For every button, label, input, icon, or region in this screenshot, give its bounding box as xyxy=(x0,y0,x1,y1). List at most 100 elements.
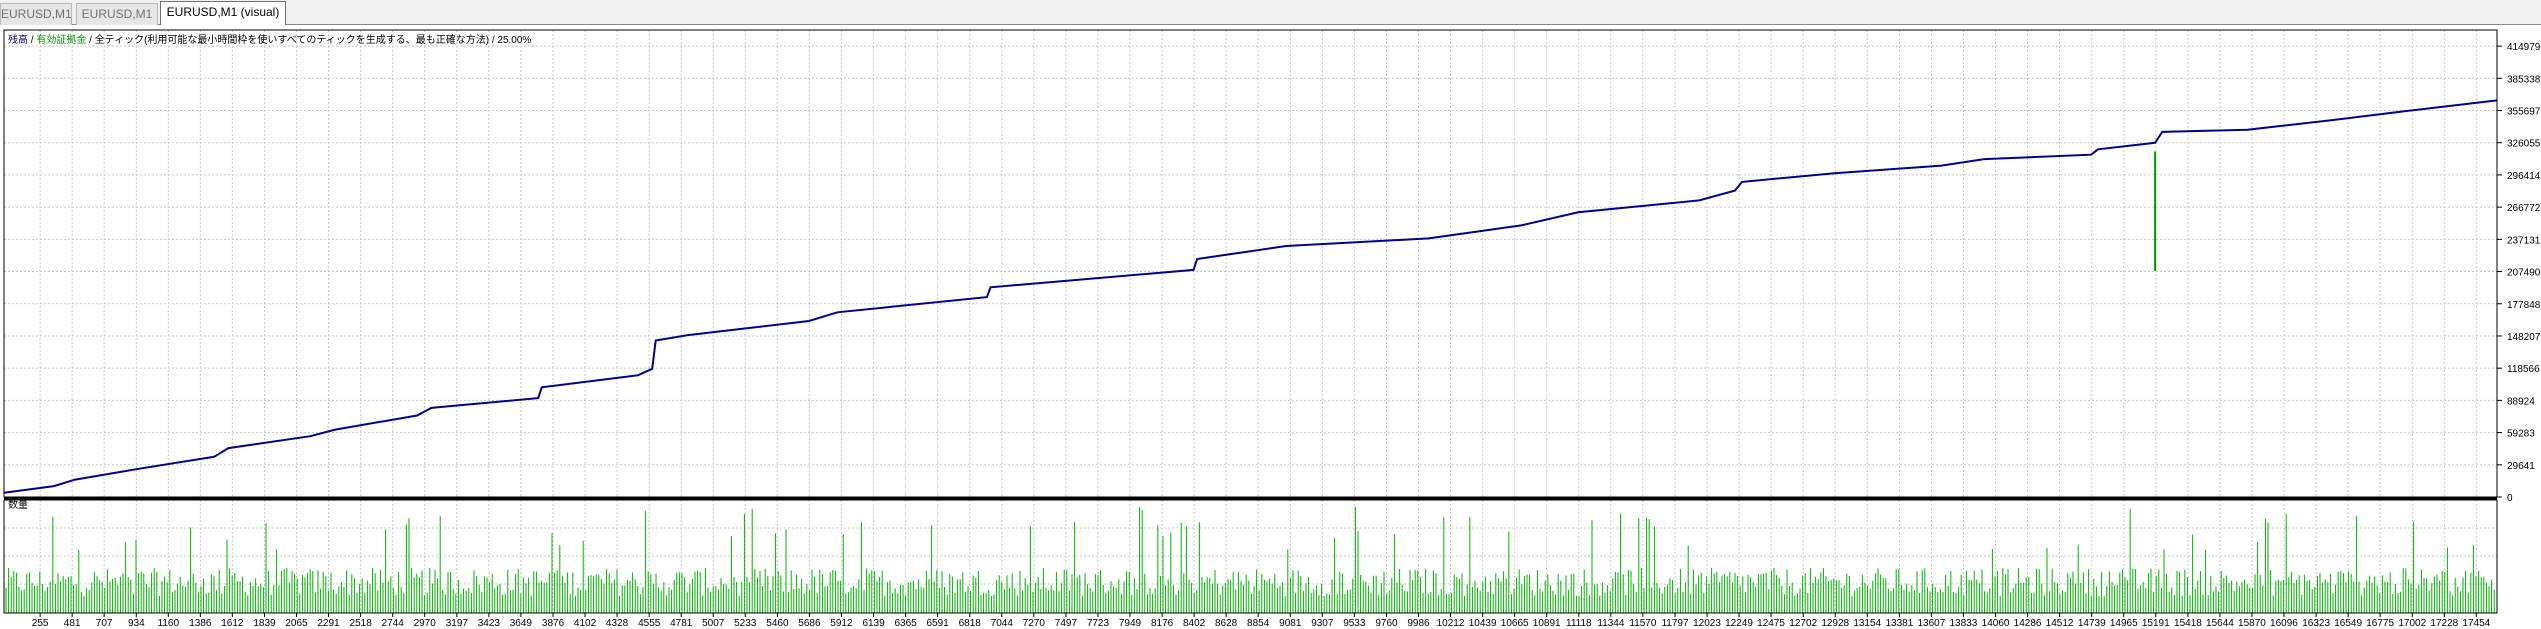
x-tick-label: 2970 xyxy=(414,618,437,629)
x-tick-label: 7497 xyxy=(1055,618,1078,629)
x-tick-label: 11344 xyxy=(1597,618,1625,629)
x-tick-label: 9760 xyxy=(1375,618,1398,629)
x-tick-label: 5912 xyxy=(830,618,853,629)
chart-tab-strip: EURUSD,M1 EURUSD,M1 EURUSD,M1 (visual) xyxy=(0,0,2541,25)
x-tick-label: 5686 xyxy=(798,618,821,629)
x-tick-label: 15644 xyxy=(2206,618,2234,629)
x-tick-label: 16549 xyxy=(2334,618,2362,629)
x-tick-label: 9081 xyxy=(1279,618,1302,629)
x-tick-label: 9307 xyxy=(1311,618,1334,629)
x-tick-label: 13833 xyxy=(1950,618,1978,629)
tab-eurusd-m1-visual[interactable]: EURUSD,M1 (visual) xyxy=(160,1,286,25)
x-tick-label: 7723 xyxy=(1087,618,1110,629)
y-tick-label: 59283 xyxy=(2507,429,2535,440)
x-tick-label: 5233 xyxy=(734,618,757,629)
y-tick-label: 0 xyxy=(2507,493,2513,504)
x-tick-label: 5460 xyxy=(766,618,789,629)
x-tick-label: 11118 xyxy=(1566,618,1592,629)
y-tick-label: 237131 xyxy=(2507,235,2541,246)
x-tick-label: 10665 xyxy=(1501,618,1529,629)
x-tick-label: 14739 xyxy=(2078,618,2106,629)
y-tick-label: 296414 xyxy=(2507,171,2541,182)
y-tick-label: 355697 xyxy=(2507,107,2541,118)
balance-legend: 残高 xyxy=(8,33,28,46)
x-tick-label: 1612 xyxy=(221,618,244,629)
y-tick-label: 266772 xyxy=(2507,203,2541,214)
x-tick-label: 2065 xyxy=(285,618,308,629)
x-tick-label: 10439 xyxy=(1469,618,1497,629)
x-tick-label: 6818 xyxy=(959,618,982,629)
tester-chart[interactable]: 0 29641 59283 88924 118566 148207 177848 207490… xyxy=(0,25,2541,629)
x-tick-label: 255 xyxy=(32,618,49,629)
x-tick-label: 1160 xyxy=(158,618,180,629)
x-tick-label: 7044 xyxy=(991,618,1014,629)
x-tick-label: 8854 xyxy=(1247,618,1270,629)
x-tick-label: 3649 xyxy=(510,618,533,629)
x-tick-label: 934 xyxy=(128,618,145,629)
x-tick-label: 13154 xyxy=(1853,618,1881,629)
y-tick-label: 29641 xyxy=(2507,461,2535,472)
x-tick-label: 11570 xyxy=(1629,618,1657,629)
x-tick-label: 8402 xyxy=(1183,618,1206,629)
x-tick-label: 15418 xyxy=(2174,618,2202,629)
x-tick-label: 13381 xyxy=(1885,618,1913,629)
x-tick-label: 707 xyxy=(96,618,113,629)
x-tick-label: 14060 xyxy=(1982,618,2010,629)
tab-eurusd-m1-2[interactable]: EURUSD,M1 xyxy=(76,3,158,25)
x-tick-label: 17454 xyxy=(2462,618,2490,629)
y-tick-label: 88924 xyxy=(2507,396,2535,407)
x-tick-label: 16096 xyxy=(2270,618,2298,629)
x-tick-label: 9533 xyxy=(1343,618,1366,629)
x-tick-label: 17228 xyxy=(2430,618,2458,629)
x-tick-label: 3197 xyxy=(446,618,469,629)
x-tick-label: 2744 xyxy=(382,618,405,629)
x-tick-label: 12702 xyxy=(1789,618,1817,629)
x-tick-label: 7270 xyxy=(1023,618,1046,629)
x-tick-label: 16323 xyxy=(2302,618,2330,629)
x-tick-label: 4328 xyxy=(606,618,629,629)
x-tick-label: 3876 xyxy=(542,618,565,629)
x-tick-label: 4555 xyxy=(638,618,661,629)
x-tick-label: 12475 xyxy=(1757,618,1785,629)
x-tick-label: 4102 xyxy=(574,618,597,629)
x-tick-label: 10212 xyxy=(1437,618,1465,629)
tab-eurusd-m1-1[interactable]: EURUSD,M1 xyxy=(0,3,72,25)
y-tick-label: 414979 xyxy=(2507,42,2541,53)
x-tick-label: 6365 xyxy=(894,618,917,629)
x-tick-label: 12928 xyxy=(1821,618,1849,629)
y-tick-label: 385338 xyxy=(2507,74,2541,85)
y-tick-label: 118566 xyxy=(2507,364,2540,375)
x-tick-label: 11797 xyxy=(1661,618,1689,629)
x-tick-label: 3423 xyxy=(478,618,501,629)
y-tick-label: 148207 xyxy=(2507,332,2541,343)
modelling-quality: 25.00% xyxy=(497,35,531,46)
x-tick-label: 12023 xyxy=(1693,618,1721,629)
x-tick-label: 16775 xyxy=(2366,618,2394,629)
x-tick-label: 4781 xyxy=(670,618,693,629)
x-tick-label: 17002 xyxy=(2398,618,2426,629)
x-tick-label: 1386 xyxy=(189,618,212,629)
x-tick-label: 14286 xyxy=(2014,618,2042,629)
chart-info-line: 残高 / 有効証拠金 / 全ティック(利用可能な最小時間枠を使いすべてのティック… xyxy=(8,33,531,46)
x-tick-label: 15870 xyxy=(2238,618,2266,629)
x-tick-label: 6591 xyxy=(926,618,949,629)
equity-legend: 有効証拠金 xyxy=(36,33,86,46)
x-tick-label: 1839 xyxy=(253,618,276,629)
x-tick-label: 13607 xyxy=(1917,618,1945,629)
volume-label: 数量 xyxy=(8,498,28,511)
x-tick-label: 14512 xyxy=(2046,618,2074,629)
x-tick-label: 2518 xyxy=(350,618,373,629)
y-tick-label: 326055 xyxy=(2507,139,2541,150)
x-tick-label: 14965 xyxy=(2110,618,2138,629)
x-tick-label: 7949 xyxy=(1119,618,1142,629)
x-tick-label: 5007 xyxy=(702,618,725,629)
model-description: 全ティック(利用可能な最小時間枠を使いすべてのティックを生成する、最も正確な方法… xyxy=(95,33,489,46)
y-tick-label: 207490 xyxy=(2507,268,2541,279)
x-tick-label: 10891 xyxy=(1533,618,1561,629)
x-tick-label: 8628 xyxy=(1215,618,1238,629)
x-tick-label: 8176 xyxy=(1151,618,1174,629)
x-tick-label: 2291 xyxy=(317,618,340,629)
x-tick-label: 6139 xyxy=(862,618,885,629)
x-tick-label: 481 xyxy=(64,618,81,629)
y-tick-label: 177848 xyxy=(2507,300,2541,311)
